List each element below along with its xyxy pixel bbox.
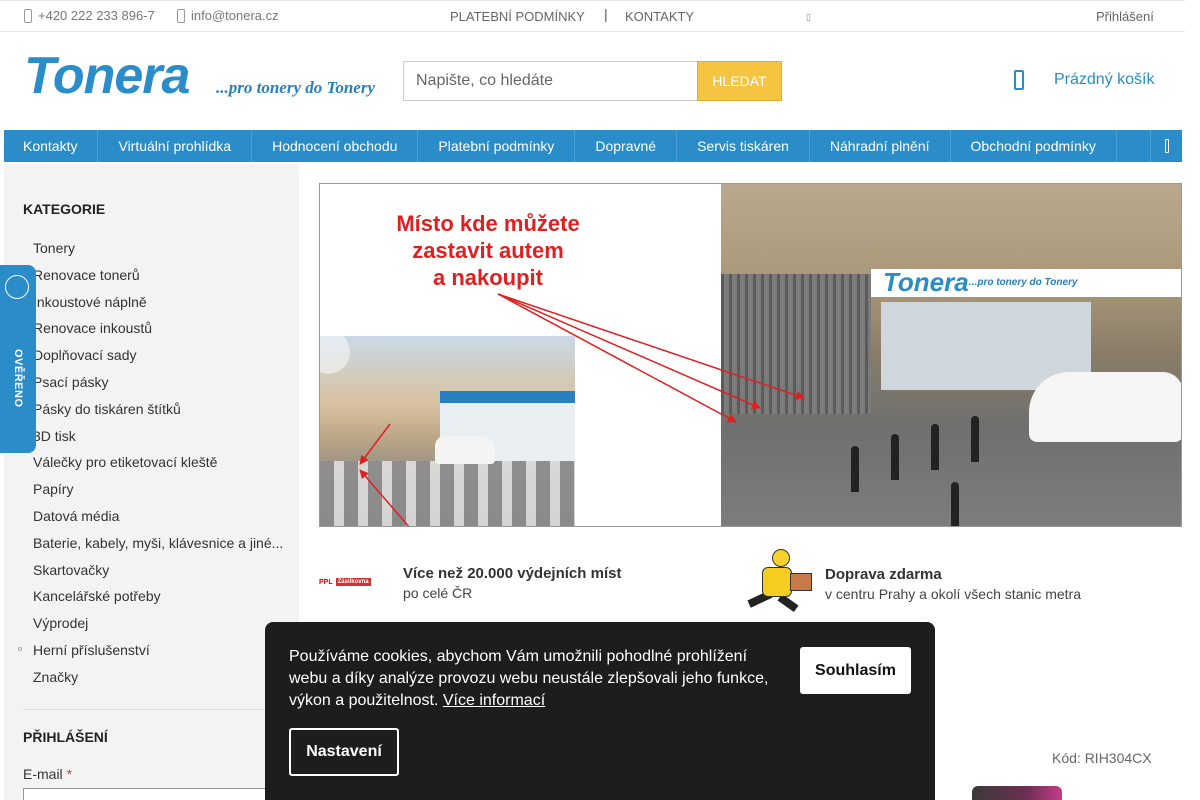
category-item[interactable]: Značky bbox=[33, 668, 283, 695]
category-item[interactable]: Datová média bbox=[33, 507, 283, 534]
sidebar-divider bbox=[23, 709, 285, 710]
top-link-separator: | bbox=[604, 6, 608, 22]
nav-item-printer-service[interactable]: Servis tiskáren bbox=[677, 130, 810, 162]
top-link-contacts[interactable]: KONTAKTY bbox=[625, 9, 694, 24]
category-bullet-icon bbox=[18, 647, 22, 651]
login-heading: PŘIHLÁŠENÍ bbox=[23, 729, 108, 745]
phone-contact[interactable]: +420 222 233 896-7 bbox=[24, 8, 155, 23]
site-logo[interactable]: Tonera ...pro tonery do Tonery bbox=[24, 50, 404, 106]
search-input[interactable] bbox=[403, 61, 697, 101]
category-item[interactable]: Kancelářské potřeby bbox=[33, 587, 283, 614]
category-item[interactable]: Baterie, kabely, myši, klávesnice a jiné… bbox=[33, 534, 283, 561]
email-address[interactable]: info@tonera.cz bbox=[191, 8, 279, 23]
main-nav: Kontakty Virtuální prohlídka Hodnocení o… bbox=[4, 130, 1182, 162]
product-image[interactable] bbox=[972, 786, 1062, 800]
cookie-settings-button[interactable]: Nastavení bbox=[289, 728, 399, 776]
required-mark: * bbox=[66, 766, 73, 782]
category-item[interactable]: Psací pásky bbox=[33, 373, 283, 400]
email-label: E-mail * bbox=[23, 766, 72, 782]
nav-item-substitute-fulfillment[interactable]: Náhradní plnění bbox=[810, 130, 951, 162]
category-item[interactable]: Inkoustové náplně bbox=[33, 293, 283, 320]
banner-arrows bbox=[359, 293, 805, 526]
delivery-title: Doprava zdarma bbox=[825, 566, 942, 583]
hero-banner[interactable]: Místo kde můžete zastavit autem a nakoup… bbox=[319, 183, 1182, 527]
category-item[interactable]: Výprodej bbox=[33, 614, 283, 641]
category-item[interactable]: Renovace inkoustů bbox=[33, 319, 283, 346]
zasilkovna-logo: Zásilkovna bbox=[335, 578, 371, 586]
pickup-title: Více než 20.000 výdejních míst bbox=[403, 565, 622, 582]
logo-main-text: Tonera bbox=[24, 47, 190, 105]
cart-icon[interactable] bbox=[1014, 70, 1024, 90]
product-code: Kód: RIH304CX bbox=[1052, 750, 1152, 766]
delivery-subtitle: v centru Prahy a okolí všech stanic metr… bbox=[825, 586, 1081, 602]
free-delivery-info: Doprava zdarma v centru Prahy a okolí vš… bbox=[740, 547, 1081, 621]
email-field[interactable] bbox=[23, 788, 285, 800]
nav-item-virtual-tour[interactable]: Virtuální prohlídka bbox=[98, 130, 253, 162]
category-item[interactable]: Papíry bbox=[33, 480, 283, 507]
nav-item-reviews[interactable]: Hodnocení obchodu bbox=[252, 130, 419, 162]
email-label-text: E-mail bbox=[23, 766, 63, 782]
category-item[interactable]: Tonery bbox=[33, 239, 283, 266]
search-form: HLEDAT bbox=[403, 61, 782, 101]
category-item[interactable]: Herní příslušenství bbox=[33, 641, 283, 668]
cart-label[interactable]: Prázdný košík bbox=[1054, 71, 1154, 89]
categories-heading: KATEGORIE bbox=[23, 201, 106, 217]
sidebar: KATEGORIE Tonery Renovace tonerů Inkoust… bbox=[4, 164, 299, 800]
cart[interactable]: Prázdný košík bbox=[1014, 70, 1154, 90]
search-button[interactable]: HLEDAT bbox=[697, 61, 782, 101]
category-item[interactable]: Skartovačky bbox=[33, 561, 283, 588]
nav-item-payment[interactable]: Platební podmínky bbox=[418, 130, 576, 162]
verified-seal-icon bbox=[5, 275, 29, 299]
courier-icon bbox=[740, 547, 818, 621]
nav-more-button[interactable] bbox=[1150, 130, 1182, 162]
nav-item-kontakty[interactable]: Kontakty bbox=[4, 130, 99, 162]
phone-number[interactable]: +420 222 233 896-7 bbox=[38, 8, 155, 23]
pickup-points-info: PPL Zásilkovna Více než 20.000 výdejních… bbox=[319, 565, 621, 601]
carrier-logos: PPL Zásilkovna bbox=[319, 573, 395, 591]
nav-item-shipping[interactable]: Dopravné bbox=[575, 130, 678, 162]
email-contact[interactable]: info@tonera.cz bbox=[177, 8, 279, 23]
menu-icon bbox=[1165, 139, 1169, 153]
ppl-logo: PPL bbox=[319, 578, 333, 586]
top-bar: +420 222 233 896-7 info@tonera.cz PLATEB… bbox=[0, 0, 1185, 32]
phone-icon bbox=[24, 8, 32, 23]
mail-icon bbox=[177, 8, 185, 23]
category-item[interactable]: Válečky pro etiketovací kleště bbox=[33, 453, 283, 480]
cookie-more-info-link[interactable]: Více informací bbox=[443, 692, 545, 709]
category-item[interactable]: Pásky do tiskáren štítků bbox=[33, 400, 283, 427]
login-link[interactable]: Přihlášení bbox=[1096, 9, 1154, 24]
category-item[interactable]: Renovace tonerů bbox=[33, 266, 283, 293]
category-list: Tonery Renovace tonerů Inkoustové náplně… bbox=[33, 239, 283, 695]
top-link-payment[interactable]: PLATEBNÍ PODMÍNKY bbox=[450, 9, 585, 24]
language-icon[interactable]: ▯ bbox=[806, 12, 811, 23]
cookie-message: Používáme cookies, abychom Vám umožnili … bbox=[289, 646, 779, 712]
nav-item-terms[interactable]: Obchodní podmínky bbox=[951, 130, 1117, 162]
cookie-dialog: Používáme cookies, abychom Vám umožnili … bbox=[265, 622, 935, 800]
category-item[interactable]: 3D tisk bbox=[33, 427, 283, 454]
pickup-subtitle: po celé ČR bbox=[403, 585, 473, 601]
category-item[interactable]: Doplňovací sady bbox=[33, 346, 283, 373]
logo-tagline: ...pro tonery do Tonery bbox=[216, 78, 375, 97]
verified-badge-text: OVĚŘENO ZÁKAZNÍKY bbox=[12, 348, 24, 408]
cookie-agree-button[interactable]: Souhlasím bbox=[800, 647, 911, 694]
verified-badge[interactable]: OVĚŘENO ZÁKAZNÍKY bbox=[0, 265, 36, 453]
